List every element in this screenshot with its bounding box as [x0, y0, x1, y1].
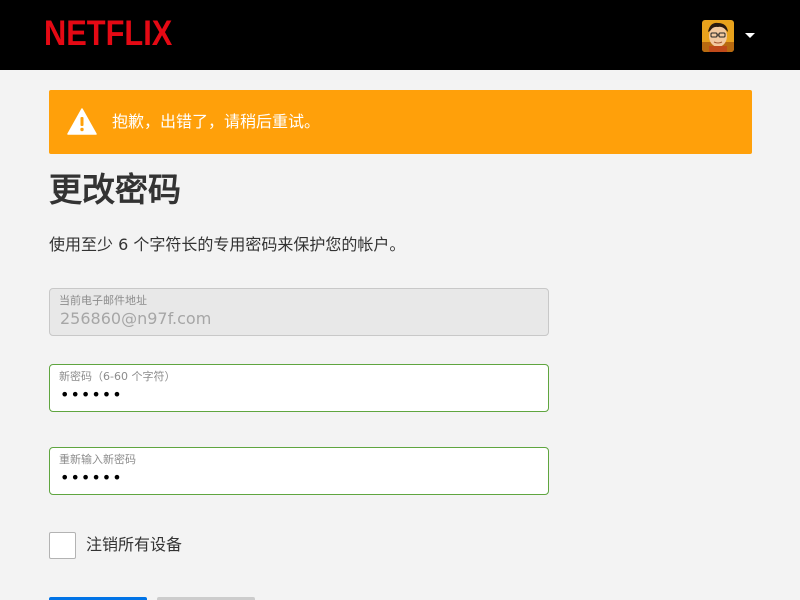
- new-password-field[interactable]: 新密码（6-60 个字符） ••••••: [49, 364, 549, 412]
- avatar-image: [702, 20, 734, 52]
- new-password-input[interactable]: ••••••: [60, 385, 530, 405]
- new-password-label: 新密码（6-60 个字符）: [59, 370, 176, 383]
- page-title: 更改密码: [49, 170, 181, 209]
- netflix-logo[interactable]: NETFLIX: [44, 14, 172, 54]
- warning-icon: [67, 108, 97, 135]
- caret-down-icon[interactable]: [745, 33, 755, 38]
- error-alert: 抱歉，出错了，请稍后重试。: [49, 90, 752, 154]
- alert-message: 抱歉，出错了，请稍后重试。: [112, 112, 321, 131]
- confirm-password-field[interactable]: 重新输入新密码 ••••••: [49, 447, 549, 495]
- profile-avatar[interactable]: [702, 20, 734, 52]
- current-email-label: 当前电子邮件地址: [59, 294, 147, 307]
- confirm-password-label: 重新输入新密码: [59, 453, 136, 466]
- current-email-field: 当前电子邮件地址 256860@n97f.com: [49, 288, 549, 336]
- signout-all-devices-checkbox[interactable]: [49, 532, 76, 559]
- signout-all-devices-label[interactable]: 注销所有设备: [86, 535, 182, 555]
- current-email-value: 256860@n97f.com: [60, 309, 212, 328]
- top-header: NETFLIX: [0, 0, 800, 70]
- confirm-password-input[interactable]: ••••••: [60, 468, 530, 488]
- page-subtitle: 使用至少 6 个字符长的专用密码来保护您的帐户。: [49, 235, 406, 254]
